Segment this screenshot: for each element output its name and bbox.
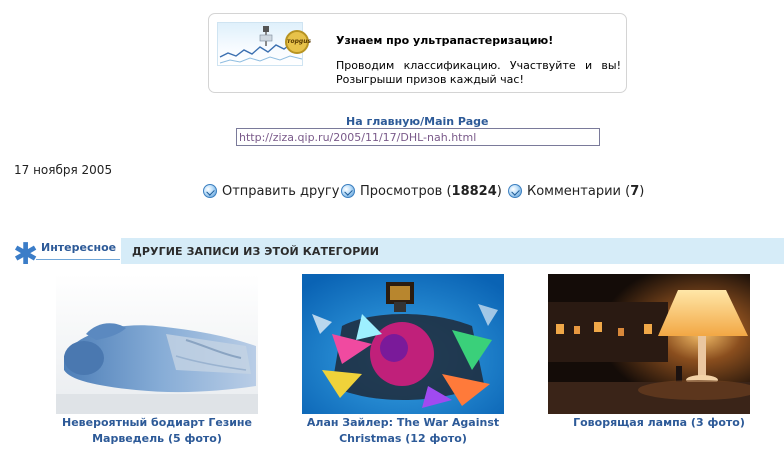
views-icon <box>341 184 355 198</box>
related-caption-line[interactable]: Алан Зайлер: The War Against <box>282 415 524 431</box>
tab-underline <box>36 259 120 260</box>
related-caption-talking-lamp[interactable]: Говорящая лампа (3 фото) <box>538 415 780 431</box>
main-page-link[interactable]: На главную/Main Page <box>346 115 488 128</box>
tab-interesting[interactable]: Интересное <box>41 241 116 254</box>
views-counter[interactable]: Просмотров (18824) <box>341 183 502 199</box>
related-caption-bodyart[interactable]: Невероятный бодиарт Гезине Марведель (5 … <box>36 415 278 447</box>
promo-text: Проводим классификацию. Участвуйте и вы!… <box>336 59 621 86</box>
send-icon <box>203 184 217 198</box>
permalink-field[interactable] <box>236 128 600 146</box>
comments-close: ) <box>639 183 645 199</box>
comments-link[interactable]: Комментарии (7) <box>508 183 644 199</box>
send-to-friend-button[interactable]: Отправить другу <box>203 183 339 199</box>
comments-count: 7 <box>630 183 640 199</box>
section-title: ДРУГИЕ ЗАПИСИ ИЗ ЭТОЙ КАТЕГОРИИ <box>132 245 380 258</box>
related-caption-line[interactable]: Невероятный бодиарт Гезине <box>36 415 278 431</box>
related-caption-line[interactable]: Christmas (12 фото) <box>282 431 524 447</box>
comments-icon <box>508 184 522 198</box>
promo-banner[interactable]: торgus Узнаем про ультрапастеризацию! Пр… <box>208 13 627 93</box>
related-caption-line[interactable]: Говорящая лампа (3 фото) <box>538 415 780 431</box>
promo-badge-icon: торgus <box>285 30 311 54</box>
send-to-friend-label: Отправить другу <box>222 183 340 199</box>
views-count: 18824 <box>451 183 497 199</box>
post-date: 17 ноября 2005 <box>14 163 113 177</box>
views-label: Просмотров ( <box>360 183 452 199</box>
related-caption-war-christmas[interactable]: Алан Зайлер: The War Against Christmas (… <box>282 415 524 447</box>
related-thumb-war-christmas[interactable] <box>302 274 504 414</box>
promo-title[interactable]: Узнаем про ультрапастеризацию! <box>336 34 553 47</box>
comments-label: Комментарии ( <box>527 183 631 199</box>
related-caption-line[interactable]: Марведель (5 фото) <box>36 431 278 447</box>
asterisk-icon: ✱ <box>13 237 39 272</box>
related-thumb-talking-lamp[interactable] <box>548 274 750 414</box>
views-close: ) <box>496 183 502 199</box>
related-thumb-bodyart[interactable] <box>56 274 258 414</box>
